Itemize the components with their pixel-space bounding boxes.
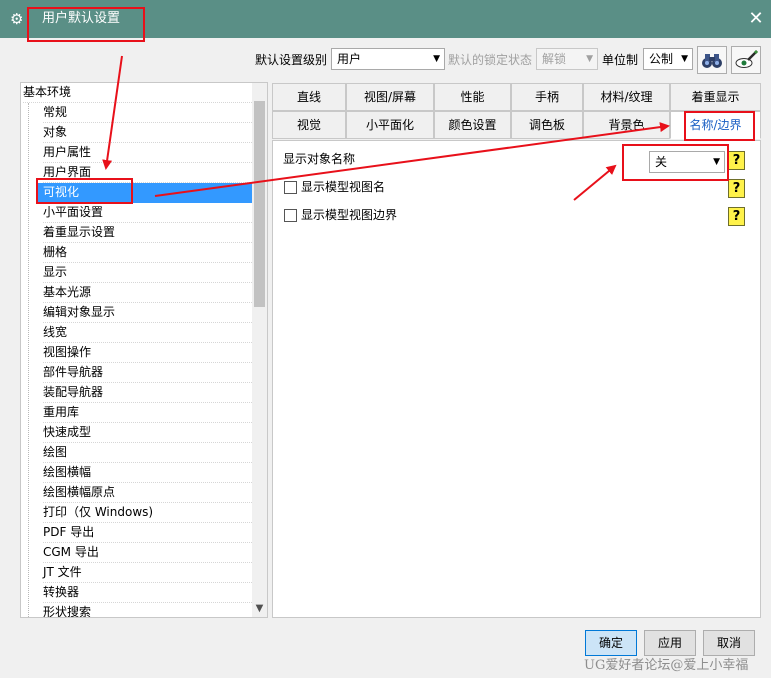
tree-item[interactable]: 打印（仅 Windows) xyxy=(43,503,252,523)
tree-item-label: 绘图横幅原点 xyxy=(43,485,116,499)
tab[interactable]: 视图/屏幕 xyxy=(346,83,434,111)
tree-item-label: 小平面设置 xyxy=(43,205,104,219)
tree-item[interactable]: 部件导航器 xyxy=(43,363,252,383)
settings-panel: 显示对象名称 关 ▼ ? 显示模型视图名 ? 显示模型视图边界 ? xyxy=(272,140,761,618)
gear-icon: ⚙ xyxy=(10,10,24,28)
tree-item[interactable]: 着重显示设置 xyxy=(43,223,252,243)
tree-item-label: 用户属性 xyxy=(43,145,92,159)
lock-label: 默认的锁定状态 xyxy=(448,53,533,67)
tab[interactable]: 直线 xyxy=(272,83,346,111)
tree-item-label: 视图操作 xyxy=(43,345,92,359)
tab[interactable]: 颜色设置 xyxy=(434,111,511,139)
tree-item-label: 着重显示设置 xyxy=(43,225,116,239)
tab[interactable]: 小平面化 xyxy=(346,111,434,139)
tree-item-label: 打印（仅 Windows) xyxy=(43,505,154,519)
tree-item-label: PDF 导出 xyxy=(43,525,95,539)
tree-item-label: 转换器 xyxy=(43,585,80,599)
chevron-down-icon: ▼ xyxy=(681,54,688,64)
tree-item-label: 基本光源 xyxy=(43,285,92,299)
annotation-box-title xyxy=(27,7,145,42)
manage-defaults-button[interactable] xyxy=(731,46,761,74)
tree-item-label: 绘图横幅 xyxy=(43,465,92,479)
tree-item-label: 线宽 xyxy=(43,325,68,339)
binoculars-icon xyxy=(702,54,722,68)
show-model-view-name-checkbox[interactable] xyxy=(284,181,297,194)
tree-item-label: 编辑对象显示 xyxy=(43,305,116,319)
tab[interactable]: 手柄 xyxy=(511,83,583,111)
tree-item[interactable]: 用户属性 xyxy=(43,143,252,163)
show-model-view-name-label: 显示模型视图名 xyxy=(301,180,386,194)
tree-item[interactable]: CGM 导出 xyxy=(43,543,252,563)
annotation-box-show-name-select xyxy=(622,144,729,181)
tree-item[interactable]: 基本光源 xyxy=(43,283,252,303)
tab[interactable]: 背景色 xyxy=(583,111,670,139)
show-model-view-border-label: 显示模型视图边界 xyxy=(301,208,398,222)
level-label: 默认设置级别 xyxy=(255,53,328,67)
tree-item[interactable]: 形状搜索 xyxy=(43,603,252,618)
lock-select-value: 解锁 xyxy=(542,52,567,66)
tree-item-label: 常规 xyxy=(43,105,68,119)
tab[interactable]: 性能 xyxy=(434,83,511,111)
help-icon[interactable]: ? xyxy=(728,179,745,198)
tree-item-label: 显示 xyxy=(43,265,68,279)
tree-item-label: 重用库 xyxy=(43,405,80,419)
chevron-down-icon[interactable]: ▼ xyxy=(252,601,267,617)
tree-item[interactable]: 显示 xyxy=(43,263,252,283)
tree-root[interactable]: 基本环境 xyxy=(23,83,252,103)
annotation-box-name-border-tab xyxy=(684,111,755,141)
unit-label: 单位制 xyxy=(602,53,639,67)
tree-item[interactable]: 快速成型 xyxy=(43,423,252,443)
category-tree[interactable]: 基本环境 常规 对象 用户属性 用户界面 可视化 小平面设置 着重显示设置 栅格 显示 基本光源编… xyxy=(20,82,268,618)
tree-item[interactable]: 编辑对象显示 xyxy=(43,303,252,323)
tab[interactable]: 着重显示 xyxy=(670,83,761,111)
tree-item-label: 装配导航器 xyxy=(43,385,104,399)
tree-item[interactable]: 小平面设置 xyxy=(43,203,252,223)
level-select[interactable]: 用户 ▼ xyxy=(331,48,445,70)
tree-item-label: 对象 xyxy=(43,125,68,139)
tree-item[interactable]: 线宽 xyxy=(43,323,252,343)
tree-item[interactable]: 对象 xyxy=(43,123,252,143)
tree-item[interactable]: 绘图 xyxy=(43,443,252,463)
unit-select[interactable]: 公制 ▼ xyxy=(643,48,693,70)
tab[interactable]: 调色板 xyxy=(511,111,583,139)
tree-item[interactable]: PDF 导出 xyxy=(43,523,252,543)
chevron-down-icon: ▼ xyxy=(433,54,440,64)
tree-item[interactable]: 视图操作 xyxy=(43,343,252,363)
show-model-view-border-checkbox[interactable] xyxy=(284,209,297,222)
close-button[interactable]: ✕ xyxy=(744,8,768,30)
tree-item[interactable]: 重用库 xyxy=(43,403,252,423)
annotation-box-visualization xyxy=(36,178,133,204)
watermark: UG爱好者论坛@爱上小幸福 xyxy=(584,658,749,673)
tree-item[interactable]: 栅格 xyxy=(43,243,252,263)
tree-item[interactable]: JT 文件 xyxy=(43,563,252,583)
lock-select[interactable]: 解锁 ▼ xyxy=(536,48,598,70)
chevron-down-icon: ▼ xyxy=(586,54,593,64)
tree-item-label: 形状搜索 xyxy=(43,605,92,618)
tree-guide-line xyxy=(28,103,29,617)
ok-button[interactable]: 确定 xyxy=(585,630,637,656)
apply-button[interactable]: 应用 xyxy=(644,630,696,656)
tree-item[interactable]: 装配导航器 xyxy=(43,383,252,403)
cancel-button[interactable]: 取消 xyxy=(703,630,755,656)
tree-scrollbar-thumb[interactable] xyxy=(254,101,265,307)
tree-item-label: 栅格 xyxy=(43,245,68,259)
unit-select-value: 公制 xyxy=(649,52,674,66)
tree-item[interactable]: 常规 xyxy=(43,103,252,123)
help-icon[interactable]: ? xyxy=(728,207,745,226)
tree-item-label: 快速成型 xyxy=(43,425,92,439)
tree-item-label: JT 文件 xyxy=(43,565,82,579)
tab[interactable]: 材料/纹理 xyxy=(583,83,670,111)
level-select-value: 用户 xyxy=(337,52,362,66)
eye-pen-icon xyxy=(735,49,759,68)
tree-item-label: 绘图 xyxy=(43,445,68,459)
help-icon[interactable]: ? xyxy=(728,151,745,170)
show-object-name-label: 显示对象名称 xyxy=(283,152,356,166)
find-default-button[interactable] xyxy=(697,46,727,74)
tab[interactable]: 视觉 xyxy=(272,111,346,139)
tree-item[interactable]: 转换器 xyxy=(43,583,252,603)
tree-item-label: CGM 导出 xyxy=(43,545,99,559)
tree-item[interactable]: 绘图横幅原点 xyxy=(43,483,252,503)
tree-item[interactable]: 绘图横幅 xyxy=(43,463,252,483)
tree-item-label: 部件导航器 xyxy=(43,365,104,379)
